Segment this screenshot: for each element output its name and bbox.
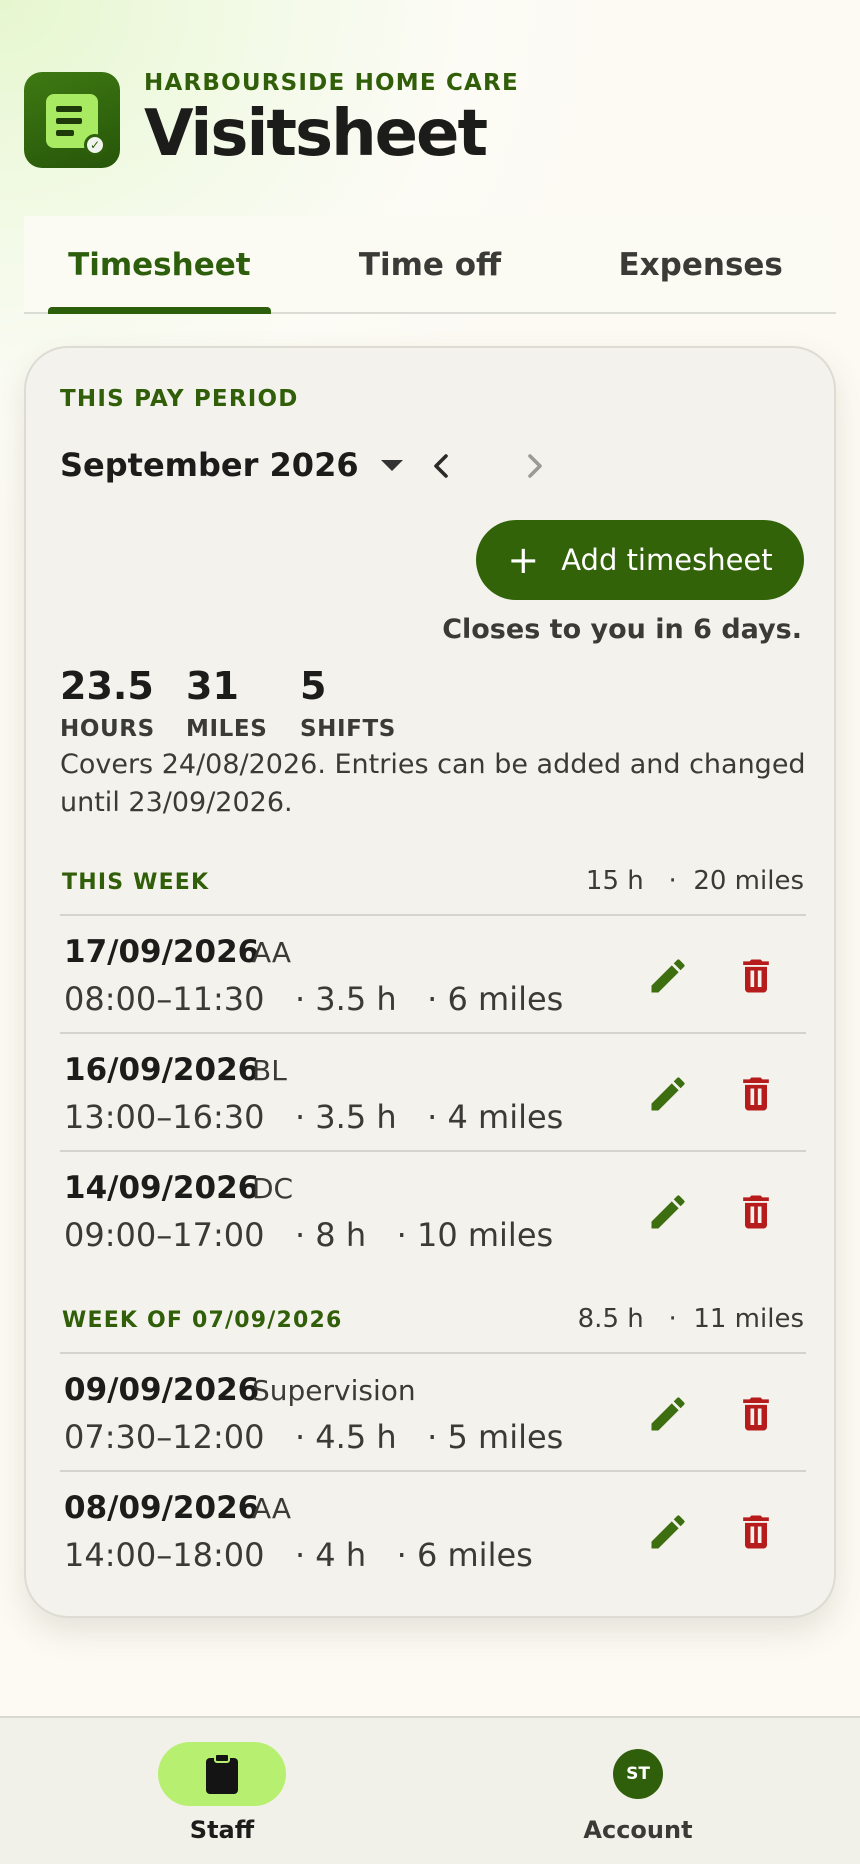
bottom-navigation: Staff ST Account (0, 1716, 860, 1864)
trash-icon (743, 1195, 769, 1229)
entry-client: AA (252, 936, 292, 969)
add-timesheet-label: Add timesheet (561, 543, 773, 577)
trash-icon (743, 1397, 769, 1431)
clipboard-icon (206, 1753, 238, 1794)
stat-label: SHIFTS (300, 716, 396, 742)
timesheet-entry: 09/09/2026 Supervision 07:30–12:00 · 4.5… (60, 1354, 806, 1472)
caret-down-icon (380, 459, 403, 471)
delete-entry-button[interactable] (734, 1510, 778, 1554)
pencil-icon (651, 1077, 685, 1111)
week-summary: 15 h · 20 miles (585, 866, 804, 896)
trash-icon (743, 1515, 769, 1549)
entry-date: 14/09/2026 (64, 1170, 260, 1206)
avatar: ST (613, 1749, 663, 1799)
nav-account[interactable]: ST Account (528, 1742, 748, 1844)
entry-client: AA (252, 1492, 292, 1525)
delete-entry-button[interactable] (734, 1392, 778, 1436)
trash-icon (743, 1077, 769, 1111)
edit-entry-button[interactable] (646, 1510, 690, 1554)
nav-label: Staff (189, 1816, 255, 1844)
stat-label: HOURS (60, 716, 155, 742)
entry-detail: 14:00–18:00 · 4 h · 6 miles (64, 1536, 533, 1574)
next-period-button[interactable] (512, 444, 556, 488)
add-timesheet-button[interactable]: + Add timesheet (476, 520, 804, 600)
entry-date: 17/09/2026 (64, 934, 260, 970)
pencil-icon (651, 1397, 685, 1431)
pencil-icon (651, 959, 685, 993)
week-label: THIS WEEK (62, 870, 210, 895)
pencil-icon (651, 1195, 685, 1229)
stat-miles: 31 MILES (186, 664, 267, 742)
chevron-right-icon (528, 454, 542, 478)
month-selector[interactable]: September 2026 (60, 446, 403, 484)
pencil-icon (651, 1515, 685, 1549)
stat-hours: 23.5 HOURS (60, 664, 155, 742)
entry-detail: 09:00–17:00 · 8 h · 10 miles (64, 1216, 554, 1254)
stat-label: MILES (186, 716, 268, 742)
timesheet-entry: 14/09/2026 DC 09:00–17:00 · 8 h · 10 mil… (60, 1152, 806, 1270)
nav-staff[interactable]: Staff (112, 1742, 332, 1844)
timesheet-entry: 08/09/2026 AA 14:00–18:00 · 4 h · 6 mile… (60, 1472, 806, 1590)
tab-expenses[interactable]: Expenses (565, 216, 836, 312)
stat-value: 5 (300, 664, 327, 708)
entry-date: 08/09/2026 (64, 1490, 260, 1526)
tab-bar: Timesheet Time off Expenses (24, 216, 836, 314)
entry-client: Supervision (252, 1374, 416, 1407)
covers-text: Covers 24/08/2026. Entries can be added … (60, 749, 806, 818)
app-doc-check-icon: ✓ (24, 72, 120, 168)
page-title: Visitsheet (144, 97, 488, 171)
entry-client: BL (252, 1054, 287, 1087)
stat-shifts: 5 SHIFTS (300, 664, 396, 742)
entry-date: 09/09/2026 (64, 1372, 260, 1408)
chevron-left-icon (434, 454, 448, 478)
previous-period-button[interactable] (420, 444, 464, 488)
delete-entry-button[interactable] (734, 954, 778, 998)
edit-entry-button[interactable] (646, 1392, 690, 1436)
app-header: ✓ HARBOURSIDE HOME CARE Visitsheet (24, 70, 519, 171)
edit-entry-button[interactable] (646, 1072, 690, 1116)
pay-period-label: THIS PAY PERIOD (60, 386, 299, 412)
tab-timesheet[interactable]: Timesheet (24, 216, 295, 314)
entry-date: 16/09/2026 (64, 1052, 260, 1088)
entry-client: DC (252, 1172, 294, 1205)
stat-value: 31 (186, 664, 239, 708)
week-header: THIS WEEK 15 h · 20 miles (60, 862, 806, 916)
nav-label: Account (583, 1816, 693, 1844)
delete-entry-button[interactable] (734, 1190, 778, 1234)
timesheet-entry: 16/09/2026 BL 13:00–16:30 · 3.5 h · 4 mi… (60, 1034, 806, 1152)
tab-time-off[interactable]: Time off (295, 216, 566, 312)
entry-detail: 13:00–16:30 · 3.5 h · 4 miles (64, 1098, 564, 1136)
trash-icon (743, 959, 769, 993)
week-header: WEEK OF 07/09/2026 8.5 h · 11 miles (60, 1300, 806, 1354)
stat-value: 23.5 (60, 664, 154, 708)
month-label: September 2026 (60, 446, 359, 484)
plus-icon: + (507, 538, 540, 582)
edit-entry-button[interactable] (646, 954, 690, 998)
delete-entry-button[interactable] (734, 1072, 778, 1116)
week-label: WEEK OF 07/09/2026 (62, 1308, 343, 1333)
pay-period-card: THIS PAY PERIOD September 2026 + Add tim… (24, 346, 836, 1618)
timesheet-entry: 17/09/2026 AA 08:00–11:30 · 3.5 h · 6 mi… (60, 916, 806, 1034)
entry-detail: 07:30–12:00 · 4.5 h · 5 miles (64, 1418, 564, 1456)
week-summary: 8.5 h · 11 miles (577, 1304, 804, 1334)
org-name: HARBOURSIDE HOME CARE (144, 70, 519, 96)
closes-notice: Closes to you in 6 days. (442, 614, 802, 645)
edit-entry-button[interactable] (646, 1190, 690, 1234)
entry-detail: 08:00–11:30 · 3.5 h · 6 miles (64, 980, 564, 1018)
